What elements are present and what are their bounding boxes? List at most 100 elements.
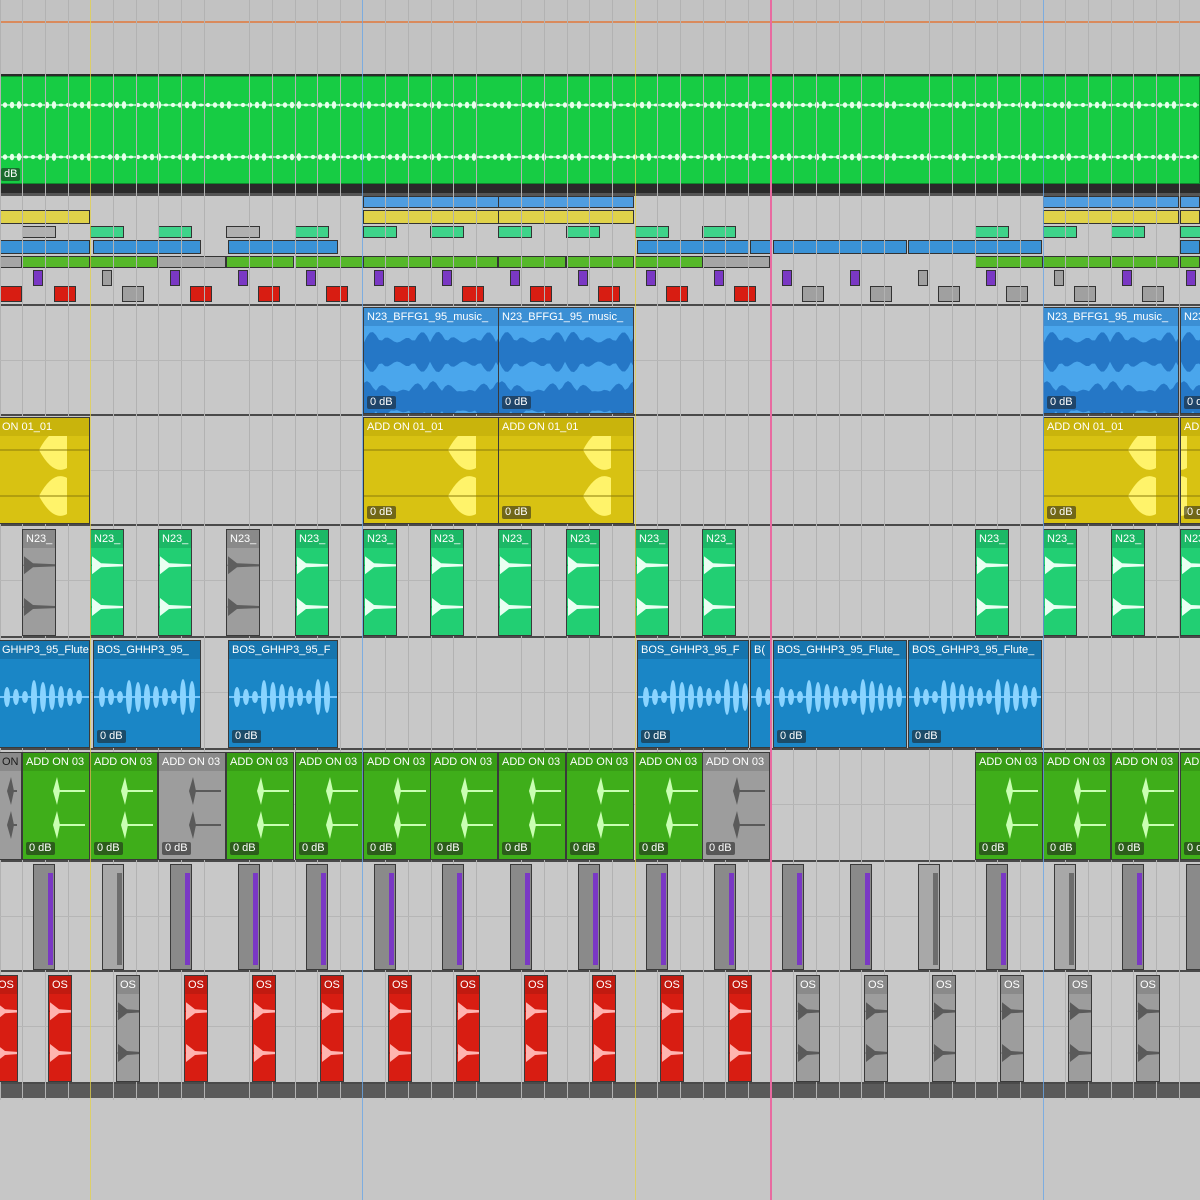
midi-note-block <box>782 270 792 286</box>
purple-clip[interactable] <box>646 864 668 970</box>
n23-clip[interactable]: N23_ <box>22 529 56 636</box>
n23-clip[interactable]: N23_ <box>635 529 669 636</box>
os-clip[interactable]: OS <box>48 975 72 1082</box>
os-clip[interactable]: OS <box>524 975 548 1082</box>
n23-clip[interactable]: N23_ <box>158 529 192 636</box>
purple-clip[interactable] <box>102 864 124 970</box>
n23-clip[interactable]: N23_ <box>363 529 397 636</box>
os-clip[interactable]: OS <box>252 975 276 1082</box>
flute-clip[interactable]: BOS_GHHP3_95_F 0 dB <box>228 640 338 748</box>
midi-note-block <box>1180 196 1200 208</box>
os-clip[interactable]: OS <box>796 975 820 1082</box>
os-clip[interactable]: OS <box>1068 975 1092 1082</box>
purple-clip[interactable] <box>1054 864 1076 970</box>
music-clip[interactable]: N23_BFFG1_95_music_ 0 dB <box>363 307 499 414</box>
os-clip[interactable]: OS <box>1136 975 1160 1082</box>
midi-note-block <box>295 256 363 268</box>
purple-clip[interactable] <box>374 864 396 970</box>
n23-clip[interactable]: N23_ <box>1111 529 1145 636</box>
os-clip[interactable]: OS <box>864 975 888 1082</box>
arrangement-view[interactable]: dB N23_BFFG1_95_music_ 0 dB N23_BFFG1_95_m… <box>0 0 1200 1200</box>
n23-clip[interactable]: N23_ <box>702 529 736 636</box>
purple-clip[interactable] <box>33 864 55 970</box>
midi-note-block <box>498 226 532 238</box>
n23-clip[interactable]: N23_ <box>566 529 600 636</box>
clip-name: ADD ON 01_01 <box>364 418 498 436</box>
addon01-clip[interactable]: ON 01_01 <box>0 417 90 524</box>
flute-clip[interactable]: BOS_GHHP3_95_Flute_ 0 dB <box>773 640 907 748</box>
os-clip[interactable]: OS <box>932 975 956 1082</box>
clip-name: OS <box>933 976 955 994</box>
addon03-clip[interactable]: ADD ON 03 0 dB <box>430 752 498 860</box>
music-clip[interactable]: N23_BFFG1_95_music_ 0 dB <box>1180 307 1200 414</box>
purple-clip[interactable] <box>510 864 532 970</box>
addon03-clip[interactable]: ADD ON 03 0 dB <box>498 752 566 860</box>
addon01-clip[interactable]: ADD ON 01_01 0 dB <box>1043 417 1179 524</box>
addon01-clip[interactable]: ADD ON 01_01 0 dB <box>363 417 499 524</box>
addon03-clip[interactable]: ADD ON 03 0 dB <box>1180 752 1200 860</box>
midi-note-block <box>1122 270 1132 286</box>
flute-clip[interactable]: B( <box>750 640 772 748</box>
addon03-clip[interactable]: ADD ON 03 0 dB <box>975 752 1043 860</box>
addon03-clip[interactable]: ADD ON 03 0 dB <box>22 752 90 860</box>
purple-clip[interactable] <box>714 864 736 970</box>
music-clip[interactable]: N23_BFFG1_95_music_ 0 dB <box>498 307 634 414</box>
addon03-clip[interactable]: ADD ON 03 0 dB <box>295 752 363 860</box>
purple-clip[interactable] <box>442 864 464 970</box>
purple-clip[interactable] <box>1186 864 1200 970</box>
n23-clip[interactable]: N23_ <box>90 529 124 636</box>
midi-note-block <box>0 256 22 268</box>
purple-clip[interactable] <box>306 864 328 970</box>
n23-clip[interactable]: N23_ <box>430 529 464 636</box>
os-clip[interactable]: OS <box>116 975 140 1082</box>
flute-clip[interactable]: GHHP3_95_Flute <box>0 640 90 748</box>
addon03-clip[interactable]: ON 03 <box>0 752 22 860</box>
addon03-clip[interactable]: ADD ON 03 0 dB <box>90 752 158 860</box>
n23-clip[interactable]: N23_ <box>295 529 329 636</box>
addon03-clip[interactable]: ADD ON 03 0 dB <box>635 752 703 860</box>
purple-clip[interactable] <box>986 864 1008 970</box>
purple-clip[interactable] <box>918 864 940 970</box>
addon03-clip[interactable]: ADD ON 03 0 dB <box>363 752 431 860</box>
empty-area[interactable] <box>0 1098 1200 1200</box>
addon03-clip[interactable]: ADD ON 03 0 dB <box>566 752 634 860</box>
purple-clip[interactable] <box>1122 864 1144 970</box>
purple-clip[interactable] <box>238 864 260 970</box>
addon03-clip[interactable]: ADD ON 03 0 dB <box>158 752 226 860</box>
addon03-clip[interactable]: ADD ON 03 0 dB <box>1043 752 1111 860</box>
addon01-clip[interactable]: ADD ON 01_01 0 dB <box>498 417 634 524</box>
purple-clip[interactable] <box>170 864 192 970</box>
clip-name: ADD ON 03 <box>976 753 1042 771</box>
midi-note-block <box>442 270 452 286</box>
grid-line <box>1088 0 1089 1100</box>
n23-clip[interactable]: N23_ <box>498 529 532 636</box>
addon01-clip[interactable]: ADD ON 01_01 0 dB <box>1180 417 1200 524</box>
flute-clip[interactable]: BOS_GHHP3_95_ 0 dB <box>93 640 201 748</box>
addon03-clip[interactable]: ADD ON 03 0 dB <box>1111 752 1179 860</box>
purple-clip[interactable] <box>578 864 600 970</box>
os-clip[interactable]: OS <box>320 975 344 1082</box>
os-clip[interactable]: OS <box>660 975 684 1082</box>
clip-name: ADD ON 03 <box>567 753 633 771</box>
os-clip[interactable]: OS <box>1000 975 1024 1082</box>
purple-clip[interactable] <box>850 864 872 970</box>
os-clip[interactable]: OS <box>0 975 18 1082</box>
os-clip[interactable]: OS <box>456 975 480 1082</box>
addon03-clip[interactable]: ADD ON 03 0 dB <box>702 752 770 860</box>
n23-clip[interactable]: N23_ <box>975 529 1009 636</box>
addon03-clip[interactable]: ADD ON 03 0 dB <box>226 752 294 860</box>
music-clip[interactable]: N23_BFFG1_95_music_ 0 dB <box>1043 307 1179 414</box>
n23-clip[interactable]: N23_ <box>1043 529 1077 636</box>
os-clip[interactable]: OS <box>388 975 412 1082</box>
os-clip[interactable]: OS <box>184 975 208 1082</box>
flute-clip[interactable]: BOS_GHHP3_95_F 0 dB <box>637 640 749 748</box>
midi-note-block <box>666 286 688 302</box>
midi-note-block <box>510 270 520 286</box>
grid-line <box>884 0 885 1100</box>
os-clip[interactable]: OS <box>592 975 616 1082</box>
n23-clip[interactable]: N23_ <box>1180 529 1200 636</box>
purple-clip[interactable] <box>782 864 804 970</box>
os-clip[interactable]: OS <box>728 975 752 1082</box>
n23-clip[interactable]: N23_ <box>226 529 260 636</box>
flute-clip[interactable]: BOS_GHHP3_95_Flute_ 0 dB <box>908 640 1042 748</box>
